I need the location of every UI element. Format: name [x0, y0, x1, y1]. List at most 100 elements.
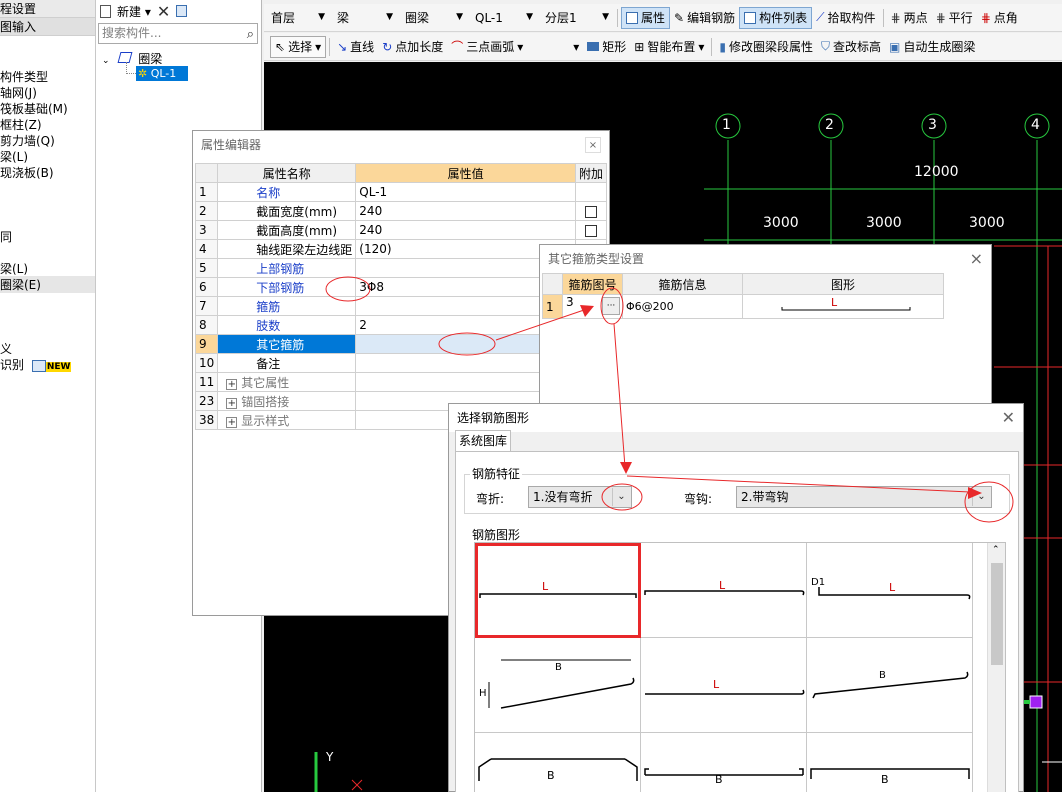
property-button[interactable]: 属性: [621, 6, 671, 29]
delete-icon[interactable]: ✕: [157, 2, 170, 21]
nav-item[interactable]: 框柱(Z): [0, 116, 42, 133]
line-button[interactable]: ↘ 直线: [333, 36, 378, 58]
button-label: 矩形: [602, 40, 627, 54]
nav-item-recognize[interactable]: 识别 NEW: [0, 356, 72, 373]
chevron-down-icon[interactable]: ⌄: [972, 488, 990, 506]
member-list-button[interactable]: 构件列表: [739, 6, 813, 29]
property-value-cell[interactable]: 240: [355, 220, 576, 240]
button-label: 属性: [641, 11, 666, 25]
expand-plus-icon[interactable]: +: [226, 397, 238, 409]
button-label: 拾取构件: [827, 11, 876, 25]
nav-item[interactable]: 梁(L): [0, 148, 28, 165]
shape-cell[interactable]: L: [641, 543, 807, 638]
modify-segment-attr-button[interactable]: ▮ 修改圈梁段属性: [715, 36, 817, 58]
point-length-button[interactable]: ↻ 点加长度: [378, 36, 447, 58]
shape-cell[interactable]: B H: [475, 638, 641, 733]
tab-system-library[interactable]: 系统图库: [455, 430, 511, 452]
expand-plus-icon[interactable]: +: [226, 416, 238, 428]
close-icon[interactable]: ×: [585, 137, 601, 153]
select-button[interactable]: ⇖ 选择 ▾: [270, 35, 327, 58]
button-label: 点角: [993, 11, 1018, 25]
ucs-y-label: Y: [326, 750, 334, 764]
chevron-up-icon[interactable]: ⌃: [992, 545, 1000, 555]
shape-cell[interactable]: L: [641, 638, 807, 733]
nav-item[interactable]: 剪力墙(Q): [0, 132, 55, 149]
bend-label: 弯折:: [476, 492, 505, 506]
chevron-down-icon[interactable]: ⌄: [612, 488, 630, 506]
edit-rebar-button[interactable]: ✎ 编辑钢筋: [670, 7, 739, 29]
two-point-button[interactable]: ⋕ 两点: [887, 7, 932, 29]
nav-item[interactable]: 义: [0, 340, 12, 357]
nav-item-ring-beam[interactable]: 圈梁(E): [0, 276, 95, 293]
table-row[interactable]: 1 名称 QL-1: [194, 182, 608, 202]
property-extra-cell[interactable]: [574, 220, 608, 240]
tree-node-label: 圈梁: [138, 52, 163, 66]
nav-item[interactable]: 筏板基础(M): [0, 100, 68, 117]
three-point-arc-button[interactable]: ⌒ 三点画弧 ▾ ▾: [447, 36, 583, 58]
hook-select[interactable]: 2.带弯钩 ⌄: [736, 486, 992, 508]
nav-item[interactable]: 现浇板(B): [0, 164, 54, 181]
stirrup-table: 箍筋图号 箍筋信息 图形 1 3 ··· Φ6@200 L: [542, 273, 944, 319]
close-icon[interactable]: ✕: [1002, 404, 1015, 432]
nav-header-settings[interactable]: 程设置: [0, 0, 95, 18]
nav-item[interactable]: 同: [0, 228, 12, 245]
shape-cell[interactable]: B: [641, 733, 807, 792]
selection-grip[interactable]: [1029, 695, 1043, 709]
table-row[interactable]: 3 截面高度(mm) 240: [194, 220, 608, 240]
copy-icon[interactable]: [176, 5, 188, 17]
new-button[interactable]: 新建 ▾: [117, 3, 151, 20]
shape-cell[interactable]: B: [807, 733, 973, 792]
extra-checkbox[interactable]: [584, 224, 597, 237]
member-select[interactable]: QL-1 ▼: [468, 7, 538, 29]
subtype-select[interactable]: 圈梁 ▼: [398, 7, 468, 29]
scrollbar-thumb[interactable]: [991, 563, 1003, 665]
type-select[interactable]: 梁 ▼: [330, 7, 398, 29]
shape-grid-scrollbar[interactable]: ⌃: [987, 543, 1005, 792]
shape-cell[interactable]: D1 L: [807, 543, 973, 638]
rectangle-button[interactable]: 矩形: [583, 36, 630, 58]
bend-select[interactable]: 1.没有弯折 ⌄: [528, 486, 632, 508]
nav-item[interactable]: 梁(L): [0, 260, 28, 277]
close-icon[interactable]: ×: [970, 245, 983, 273]
stirrup-shape-no-cell[interactable]: 3 ···: [562, 294, 623, 319]
component-search-input[interactable]: 搜索构件... ⌕: [98, 23, 258, 44]
extra-checkbox[interactable]: [584, 205, 597, 218]
property-name-text: 截面高度(mm): [256, 223, 338, 238]
property-extra-cell[interactable]: [574, 201, 608, 221]
tree-node-ql1[interactable]: ✲ QL-1: [136, 66, 188, 81]
search-icon[interactable]: ⌕: [247, 25, 254, 44]
property-value-cell[interactable]: QL-1: [355, 182, 576, 202]
point-angle-button[interactable]: ⋕ 点角: [977, 7, 1022, 29]
floor-select[interactable]: 首层 ▼: [264, 7, 330, 29]
auto-generate-button[interactable]: ▣ 自动生成圈梁: [885, 36, 979, 58]
parallel-button[interactable]: ⋕ 平行: [932, 7, 977, 29]
ellipsis-button[interactable]: ···: [602, 297, 620, 315]
chevron-down-icon: ▼: [386, 11, 393, 22]
nav-item[interactable]: 构件类型: [0, 68, 48, 85]
stirrup-info-cell[interactable]: Φ6@200: [622, 294, 743, 319]
pick-member-button[interactable]: ⟋ 拾取构件: [812, 7, 879, 29]
type-value: 梁: [337, 11, 350, 25]
collapse-icon[interactable]: ⌄: [102, 56, 110, 66]
shape-cell[interactable]: B: [475, 733, 641, 792]
button-label: 选择: [288, 40, 313, 54]
nav-item-label: 识别: [0, 358, 25, 372]
shape-drawing: [479, 593, 637, 598]
expand-plus-icon[interactable]: +: [226, 378, 238, 390]
layer-select[interactable]: 分层1 ▼: [538, 7, 614, 29]
dimension-span: 3000: [969, 215, 1005, 231]
property-value-cell[interactable]: 240: [355, 201, 576, 221]
property-editor-titlebar[interactable]: 属性编辑器 ×: [193, 131, 609, 159]
nav-header-drawing-input[interactable]: 图输入: [0, 18, 95, 36]
table-row[interactable]: 2 截面宽度(mm) 240: [194, 201, 608, 221]
smart-layout-button[interactable]: ⊞ 智能布置 ▾: [630, 36, 708, 58]
check-elevation-button[interactable]: ⛉ 查改标高: [817, 36, 885, 58]
stirrup-dialog-titlebar[interactable]: 其它箍筋类型设置 ×: [540, 245, 991, 273]
shape-cell[interactable]: L: [475, 543, 641, 638]
nav-item[interactable]: 轴网(J): [0, 84, 37, 101]
table-row[interactable]: 1 3 ··· Φ6@200 L: [542, 294, 944, 319]
rotate-icon: ↻: [382, 39, 393, 54]
dimension-total: 12000: [914, 164, 959, 180]
shape-dialog-titlebar[interactable]: 选择钢筋图形 ✕: [449, 404, 1023, 432]
shape-cell[interactable]: B: [807, 638, 973, 733]
